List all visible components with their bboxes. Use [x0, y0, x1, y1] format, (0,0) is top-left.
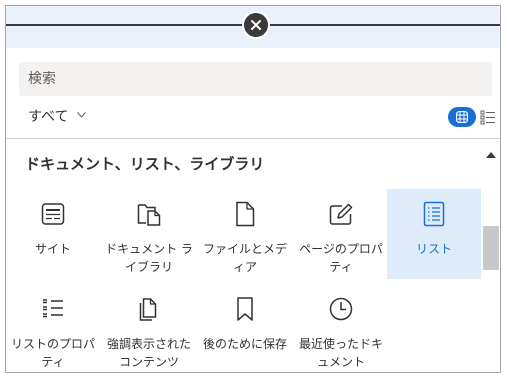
webpart-file-media[interactable]: ファイルとメディア — [198, 189, 292, 279]
site-icon — [41, 203, 65, 225]
list-icon — [423, 201, 445, 227]
search-input[interactable] — [19, 62, 492, 96]
close-button[interactable] — [242, 11, 270, 39]
list-view-button[interactable] — [480, 109, 496, 125]
webpart-toolbox-panel: すべて ドキュメント、リスト、ライブラリ — [5, 5, 501, 373]
webpart-site[interactable]: サイト — [6, 189, 100, 279]
webpart-label: ページのプロパティ — [299, 242, 383, 274]
highlighted-content-icon — [139, 298, 157, 321]
grid-view-icon — [456, 111, 468, 123]
list-view-icon — [480, 110, 495, 125]
bookmark-icon — [237, 297, 253, 321]
document-library-icon — [137, 204, 161, 226]
filter-dropdown[interactable]: すべて — [28, 105, 87, 127]
close-icon — [251, 20, 261, 30]
clock-icon — [329, 297, 353, 321]
webpart-label: サイト — [34, 242, 71, 256]
file-icon — [236, 201, 255, 227]
webpart-list[interactable]: リスト — [387, 189, 481, 279]
webpart-label: ファイルとメディア — [202, 242, 287, 274]
webpart-label: 強調表示されたコンテンツ — [106, 337, 191, 369]
webpart-save-for-later[interactable]: 後のために保存 — [198, 284, 292, 372]
edit-page-icon — [329, 203, 353, 225]
scrollbar[interactable] — [482, 146, 500, 372]
view-toggle — [448, 107, 498, 127]
filter-label: すべて — [28, 109, 69, 125]
chevron-down-icon — [77, 112, 87, 118]
webpart-recent-documents[interactable]: 最近使ったドキュメント — [294, 284, 388, 372]
webpart-label: リスト — [415, 242, 452, 256]
webpart-label: ドキュメント ライブラリ — [105, 242, 193, 274]
scroll-up-arrow-icon[interactable] — [486, 152, 496, 158]
webpart-page-properties[interactable]: ページのプロパティ — [294, 189, 388, 279]
webpart-label: 最近使ったドキュメント — [298, 337, 383, 369]
list-properties-icon — [43, 299, 63, 318]
section-title: ドキュメント、リスト、ライブラリ — [25, 155, 265, 173]
webpart-label: 後のために保存 — [202, 337, 287, 351]
webpart-document-library[interactable]: ドキュメント ライブラリ — [102, 189, 196, 279]
webpart-label: リストのプロパティ — [10, 337, 95, 369]
tile-view-button[interactable] — [448, 107, 476, 127]
divider — [6, 138, 500, 139]
webpart-list-properties[interactable]: リストのプロパティ — [6, 284, 100, 372]
webpart-highlighted-content[interactable]: 強調表示されたコンテンツ — [102, 284, 196, 372]
scroll-thumb[interactable] — [483, 226, 499, 270]
